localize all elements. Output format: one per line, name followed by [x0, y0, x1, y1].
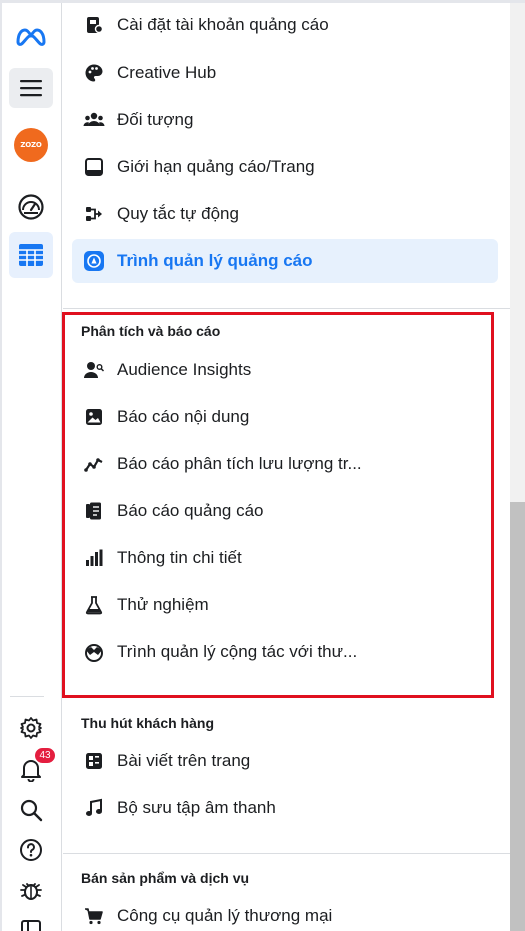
- settings-gear-icon[interactable]: [9, 708, 53, 748]
- menu-item-label: Quy tắc tự động: [117, 204, 239, 223]
- table-grid-icon: [19, 244, 43, 266]
- palette-icon: [81, 60, 107, 86]
- page-posts-icon: [81, 748, 107, 774]
- avatar: ZOZO: [14, 128, 48, 162]
- all-tools-grid-button[interactable]: [9, 232, 53, 278]
- ads-manager-icon: [81, 248, 107, 274]
- meta-logo-icon[interactable]: [9, 17, 53, 57]
- menu-item-label: Creative Hub: [117, 63, 217, 82]
- section-divider: [63, 853, 510, 854]
- menu-item-automated-rules[interactable]: Quy tắc tự động: [72, 192, 498, 236]
- automated-rules-icon: [81, 201, 107, 227]
- section-title-engage-customers: Thu hút khách hàng: [81, 715, 214, 731]
- music-note-icon: [81, 795, 107, 821]
- menu-item-label: Trình quản lý quảng cáo: [117, 251, 313, 270]
- dashboard-gauge-icon[interactable]: [9, 187, 53, 227]
- search-icon[interactable]: [9, 790, 53, 830]
- menu-item-creative-hub[interactable]: Creative Hub: [72, 51, 498, 95]
- menu-item-label: Công cụ quản lý thương mại: [117, 906, 333, 925]
- ad-limit-icon: [81, 154, 107, 180]
- ad-account-settings-icon: [81, 12, 107, 38]
- section-divider: [63, 308, 510, 309]
- menu-toggle-button[interactable]: [9, 68, 53, 108]
- sidebar-panel-icon[interactable]: [9, 907, 53, 931]
- menu-item-page-posts[interactable]: Bài viết trên trang: [72, 739, 498, 783]
- menu-item-sound-collection[interactable]: Bộ sưu tập âm thanh: [72, 786, 498, 830]
- account-avatar[interactable]: ZOZO: [9, 125, 53, 165]
- highlight-box: [62, 312, 494, 698]
- notification-count-badge: 43: [35, 748, 55, 763]
- menu-item-label: Bài viết trên trang: [117, 751, 251, 770]
- menu-item-label: Giới hạn quảng cáo/Trang: [117, 157, 315, 176]
- bug-report-icon[interactable]: [9, 870, 53, 910]
- section-title-sell-products: Bán sản phẩm và dịch vụ: [81, 870, 250, 886]
- menu-item-ad-limits[interactable]: Giới hạn quảng cáo/Trang: [72, 145, 498, 189]
- menu-item-commerce-manager[interactable]: Công cụ quản lý thương mại: [72, 894, 498, 931]
- people-icon: [81, 107, 107, 133]
- left-navigation-rail: ZOZO 43: [2, 3, 62, 931]
- menu-item-label: Cài đặt tài khoản quảng cáo: [117, 15, 329, 34]
- scrollbar-thumb[interactable]: [510, 502, 525, 931]
- menu-item-label: Bộ sưu tập âm thanh: [117, 798, 276, 817]
- menu-item-ads-manager[interactable]: Trình quản lý quảng cáo: [72, 239, 498, 283]
- help-icon[interactable]: [9, 830, 53, 870]
- shopping-cart-icon: [81, 903, 107, 929]
- menu-item-ad-account-settings[interactable]: Cài đặt tài khoản quảng cáo: [72, 3, 498, 47]
- notifications-button[interactable]: 43: [9, 748, 55, 790]
- rail-divider: [10, 696, 44, 697]
- menu-item-label: Đối tượng: [117, 110, 194, 129]
- menu-item-audiences[interactable]: Đối tượng: [72, 98, 498, 142]
- hamburger-icon: [20, 80, 42, 97]
